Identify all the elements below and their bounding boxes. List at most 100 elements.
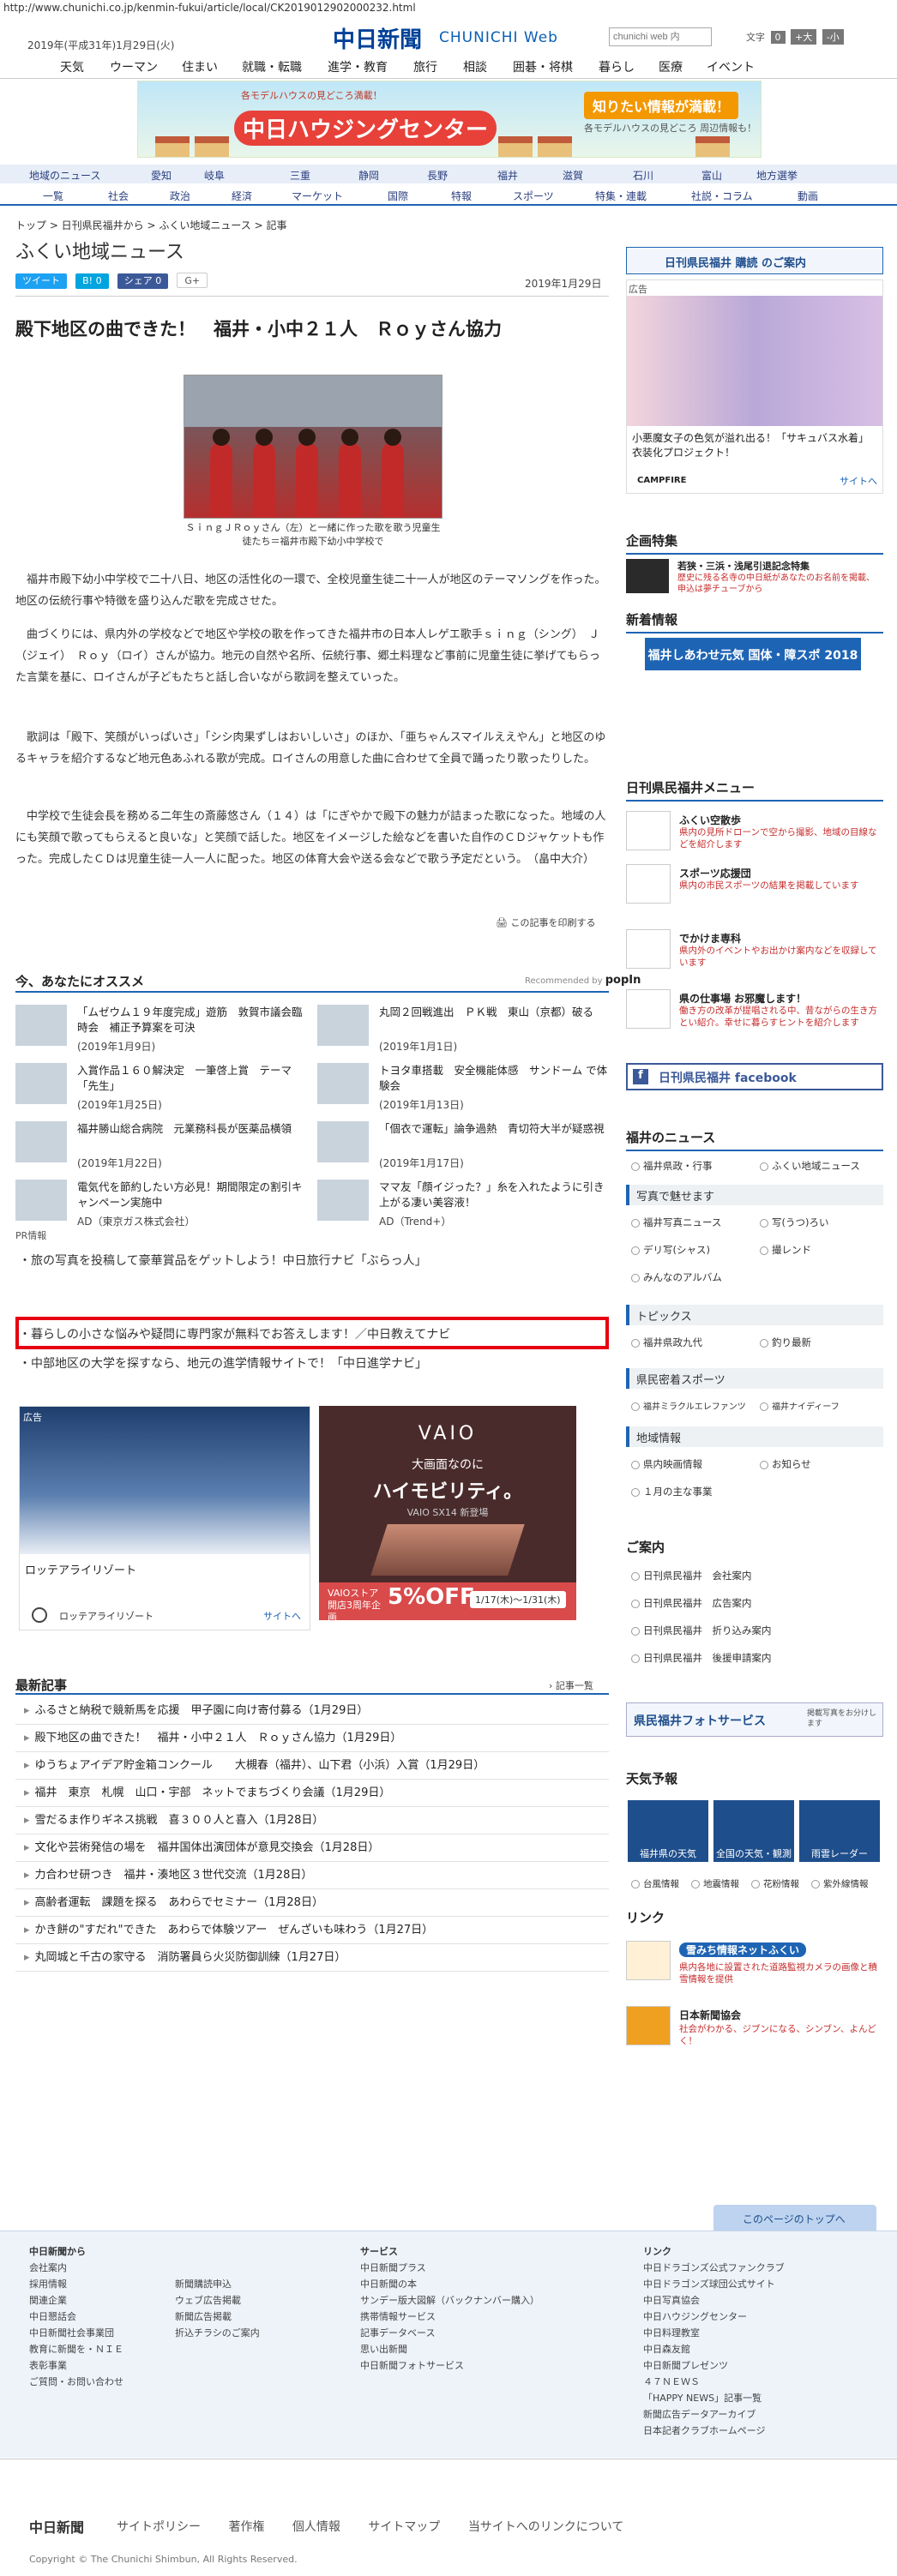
- footer-link[interactable]: 中日料理教室: [643, 2325, 785, 2341]
- menu-item[interactable]: ふくい空散歩 県内の見所ドローンで空から撮影、地域の目線などを紹介します: [626, 811, 883, 856]
- guide-link[interactable]: 日刊県民福井 会社案内: [631, 1569, 752, 1582]
- topics-link[interactable]: 福井県政九代: [631, 1336, 702, 1349]
- category-item[interactable]: 囲碁・将棋: [513, 58, 573, 75]
- rain-radar-button[interactable]: 雨雲レーダー: [799, 1800, 880, 1862]
- ad-site-link[interactable]: サイトへ: [263, 1609, 301, 1623]
- region-subitem[interactable]: 政治: [170, 189, 190, 203]
- footer-link[interactable]: 中日新聞プラス: [360, 2260, 539, 2276]
- recommend-item[interactable]: トヨタ車搭載 安全機能体感 サンドーム で体験会 (2019年1月13日): [317, 1063, 609, 1113]
- sidebar-ad[interactable]: 広告 小悪魔女子の色気が溢れ出る！「サキュバス水着」衣装化プロジェクト！ CAM…: [626, 279, 883, 494]
- footer-link[interactable]: サンデー版大図解（バックナンバー購入）: [360, 2292, 539, 2309]
- footer-link[interactable]: ウェブ広告掲載: [175, 2292, 260, 2309]
- footer-link[interactable]: 中日ドラゴンズ公式ファンクラブ: [643, 2260, 785, 2276]
- footer-link[interactable]: 中日新聞フォトサービス: [360, 2357, 539, 2374]
- weather-national-button[interactable]: 全国の天気・観測: [713, 1800, 794, 1862]
- weather-fukui-button[interactable]: 福井県の天気: [628, 1800, 708, 1862]
- recommend-item[interactable]: 福井勝山総合病院 元業務科長が医薬品横領 (2019年1月22日): [15, 1121, 307, 1171]
- region-subitem[interactable]: 動画: [798, 189, 818, 203]
- region-subitem[interactable]: 国際: [388, 189, 408, 203]
- subscribe-banner[interactable]: 日刊県民福井 購読 のご案内: [626, 247, 883, 274]
- footer-link[interactable]: 新聞購読申込: [175, 2276, 260, 2292]
- housing-center-banner[interactable]: 各モデルハウスの見どころ満載！ 中日ハウジングセンター 知りたい情報が満載！ 各…: [137, 81, 762, 158]
- category-item[interactable]: 暮らし: [599, 58, 635, 75]
- footer-link[interactable]: 中日懇話会: [29, 2309, 123, 2325]
- region-item[interactable]: 岐阜: [204, 168, 225, 183]
- region-subitem[interactable]: スポーツ: [513, 189, 554, 203]
- facebook-share-button[interactable]: シェア 0: [117, 273, 169, 289]
- fukui-news-link[interactable]: ふくい地域ニュース: [760, 1159, 860, 1173]
- tweet-button[interactable]: ツイート: [15, 273, 67, 289]
- category-item[interactable]: イベント: [707, 58, 755, 75]
- region-subitem[interactable]: 特集・連載: [595, 189, 647, 203]
- region-item[interactable]: 地方選挙: [756, 168, 798, 183]
- footer-link[interactable]: 新聞広告データアーカイブ: [643, 2406, 785, 2423]
- region-item[interactable]: 福井: [497, 168, 518, 183]
- link-item[interactable]: 雪みち情報ネットふくい 県内各地に設置された道路監視カメラの画像と積雪情報を提供: [626, 1941, 883, 1985]
- photo-link[interactable]: 撮レンド: [760, 1243, 811, 1257]
- site-logo-sub[interactable]: CHUNICHI Web: [439, 29, 558, 46]
- footer-link[interactable]: 中日新聞プレゼンツ: [643, 2357, 785, 2374]
- region-item[interactable]: 愛知: [151, 168, 172, 183]
- article-photo[interactable]: [184, 375, 442, 519]
- latest-item[interactable]: ▸ 丸岡城と千古の家守る 消防署員ら火災防御訓練（1月27日）: [15, 1946, 609, 1972]
- hatena-bookmark-button[interactable]: B! 0: [75, 273, 109, 289]
- site-logo[interactable]: 中日新聞: [333, 22, 422, 54]
- recommend-ad-item[interactable]: 電気代を節約したい方必見！期間限定の割引キャンペーン実施中 AD（東京ガス株式会…: [15, 1180, 307, 1229]
- footer-bottom-link[interactable]: サイトポリシー: [117, 2520, 201, 2534]
- category-item[interactable]: ウーマン: [110, 58, 158, 75]
- footer-bottom-link[interactable]: 当サイトへのリンクについて: [468, 2520, 624, 2534]
- weather-link[interactable]: 台風情報: [631, 1877, 679, 1890]
- footer-link[interactable]: 会社案内: [29, 2260, 123, 2276]
- menu-item[interactable]: でかけま専科 県内外のイベントやお出かけ案内などを収録しています: [626, 929, 883, 974]
- back-to-top-button[interactable]: このページのトップへ: [713, 2205, 876, 2231]
- area-link[interactable]: お知らせ: [760, 1457, 811, 1471]
- footer-link[interactable]: 思い出新聞: [360, 2341, 539, 2357]
- vaio-ad[interactable]: VAIO 大画面なのに ハイモビリティ。 VAIO SX14 新登場 VAIOス…: [319, 1406, 576, 1620]
- region-subitem[interactable]: 経済: [232, 189, 252, 203]
- latest-item[interactable]: ▸ ゆうちょアイデア貯金箱コンクール 大槻春（福井）、山下君（小浜）入賞（1月29…: [15, 1754, 609, 1780]
- print-article-link[interactable]: 🖨 この記事を印刷する: [496, 916, 595, 929]
- category-item[interactable]: 就職・転職: [242, 58, 302, 75]
- guide-link[interactable]: 日刊県民福井 折り込み案内: [631, 1624, 772, 1637]
- footer-link[interactable]: 教育に新聞を・ＮＩＥ: [29, 2341, 123, 2357]
- footer-link[interactable]: 記事データベース: [360, 2325, 539, 2341]
- region-item[interactable]: 地域のニュース: [29, 168, 100, 183]
- fukui-news-link[interactable]: 福井県政・行事: [631, 1159, 713, 1173]
- latest-item[interactable]: ▸ 殿下地区の曲できた！ 福井・小中２１人 Ｒｏｙさん協力（1月29日）: [15, 1726, 609, 1752]
- footer-link[interactable]: 日本記者クラブホームページ: [643, 2423, 785, 2439]
- region-subitem[interactable]: 社会: [108, 189, 129, 203]
- footer-bottom-link[interactable]: 個人情報: [292, 2520, 340, 2534]
- photo-service-banner[interactable]: 県民福井フォトサービス 掲載写真をお分けします: [626, 1702, 883, 1737]
- category-item[interactable]: 相談: [463, 58, 487, 75]
- link-item[interactable]: 日本新聞協会 社会がわかる、ジブンになる、シンブン、よんどく！: [626, 2006, 883, 2051]
- latest-item[interactable]: ▸ かき餅の"すだれ"できた あわらで体験ツアー ぜんざいも味わう（1月27日）: [15, 1918, 609, 1944]
- footer-link[interactable]: 携帯情報サービス: [360, 2309, 539, 2325]
- region-subitem[interactable]: マーケット: [292, 189, 343, 203]
- footer-link[interactable]: 新聞広告掲載: [175, 2309, 260, 2325]
- recommend-ad-item[interactable]: ママ友「顔イジった？」糸を入れたように引き上がる凄い美容液！ AD（Trend+…: [317, 1180, 609, 1229]
- region-item[interactable]: 三重: [290, 168, 310, 183]
- region-subitem[interactable]: 社説・コラム: [691, 189, 753, 203]
- footer-link[interactable]: 折込チラシのご案内: [175, 2325, 260, 2341]
- photo-link[interactable]: デリ写(シャス): [631, 1243, 710, 1257]
- category-item[interactable]: 医療: [659, 58, 683, 75]
- footer-link[interactable]: 関連企業: [29, 2292, 123, 2309]
- footer-logo[interactable]: 中日新聞: [29, 2516, 84, 2537]
- weather-link[interactable]: 紫外線情報: [811, 1877, 869, 1890]
- photo-link[interactable]: 福井写真ニュース: [631, 1216, 721, 1229]
- feature-item[interactable]: 若狭・三浜・浅尾引退記念特集 歴史に残る名寺の中日紙があなたのお名前を掲載、申込…: [626, 559, 883, 597]
- recommend-item[interactable]: 入賞作品１６０解決定 一筆啓上賞 テーマ「先生」 (2019年1月25日): [15, 1063, 307, 1113]
- footer-link[interactable]: 表彰事業: [29, 2357, 123, 2374]
- breadcrumb[interactable]: トップ > 日刊県民福井から > ふくい地域ニュース > 記事: [15, 218, 286, 232]
- footer-link[interactable]: 中日ハウジングセンター: [643, 2309, 785, 2325]
- lotte-resort-ad[interactable]: 広告 ロッテアライリゾート ロッテアライリゾート サイトへ: [19, 1406, 310, 1630]
- sports-link[interactable]: 福井ミラクルエレファンツ: [631, 1399, 746, 1412]
- footer-link[interactable]: 中日ドラゴンズ球団公式サイト: [643, 2276, 785, 2292]
- font-size-smaller-button[interactable]: -小: [822, 29, 844, 45]
- region-item[interactable]: 長野: [427, 168, 448, 183]
- ad-site-link[interactable]: サイトへ: [840, 474, 877, 488]
- region-item[interactable]: 石川: [633, 168, 653, 183]
- footer-bottom-link[interactable]: サイトマップ: [368, 2520, 440, 2534]
- footer-link[interactable]: 中日新聞の本: [360, 2276, 539, 2292]
- category-item[interactable]: 旅行: [413, 58, 437, 75]
